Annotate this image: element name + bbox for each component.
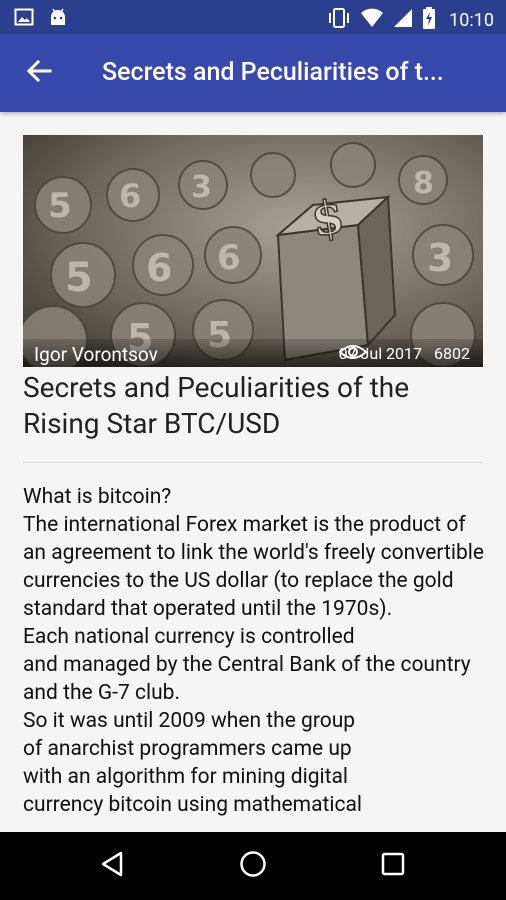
svg-text:6: 6: [217, 238, 241, 278]
wifi-icon: [360, 7, 384, 33]
app-bar: Secrets and Peculiarities of t...: [0, 34, 506, 112]
nav-back-button[interactable]: [92, 846, 132, 886]
app-title: Secrets and Peculiarities of t...: [102, 58, 444, 87]
article-title: Secrets and Peculiarities of the Rising …: [23, 371, 410, 440]
navigation-bar: [0, 832, 506, 900]
recents-square-icon: [380, 851, 406, 881]
nav-home-button[interactable]: [233, 846, 273, 886]
status-time: 10:10: [449, 9, 494, 31]
signal-icon: [393, 7, 413, 33]
letterpress-dollar-illustration: 56 38 56 63 55 $: [23, 135, 483, 367]
status-bar: 10:10: [0, 0, 506, 34]
article-image[interactable]: 56 38 56 63 55 $ Igor Vorontsov 07 Jul 2…: [23, 135, 483, 367]
back-arrow-icon: [26, 58, 52, 88]
article-meta: 07 Jul 2017 6802: [338, 344, 470, 363]
gallery-icon: [14, 7, 34, 31]
svg-text:3: 3: [427, 236, 453, 280]
vibrate-icon: [327, 7, 351, 33]
divider: [23, 462, 483, 463]
nav-recents-button[interactable]: [373, 846, 413, 886]
svg-text:5: 5: [48, 186, 72, 226]
svg-text:8: 8: [413, 166, 434, 201]
article-body: What is bitcoin? The international Forex…: [23, 485, 485, 817]
back-triangle-icon: [99, 850, 125, 882]
back-button[interactable]: [16, 50, 62, 96]
svg-text:3: 3: [191, 170, 212, 205]
android-icon: [48, 7, 68, 31]
view-count: 6802: [434, 344, 470, 363]
home-circle-icon: [239, 850, 267, 882]
article-content[interactable]: 56 38 56 63 55 $ Igor Vorontsov 07 Jul 2…: [0, 112, 506, 832]
author-name: Igor Vorontsov: [34, 343, 158, 366]
svg-text:6: 6: [119, 177, 141, 215]
svg-text:6: 6: [146, 246, 172, 290]
svg-text:5: 5: [65, 255, 93, 301]
battery-icon: [422, 6, 436, 34]
